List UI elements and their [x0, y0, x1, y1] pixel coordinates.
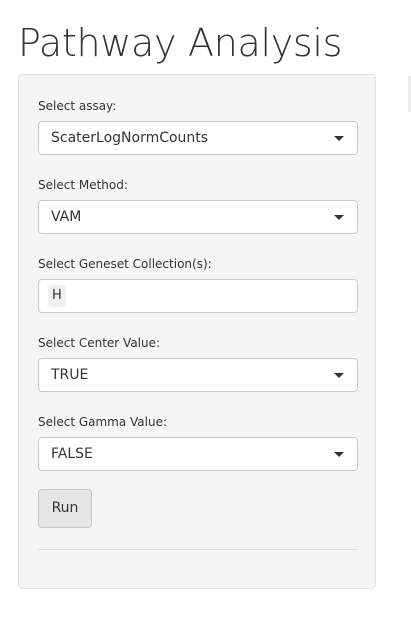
caret-down-icon — [334, 136, 344, 141]
assay-form-group: Select assay: ScaterLogNormCounts — [38, 99, 358, 155]
gamma-label: Select Gamma Value: — [38, 415, 168, 429]
geneset-form-group: Select Geneset Collection(s): H — [38, 257, 358, 313]
assay-select[interactable]: ScaterLogNormCounts — [38, 121, 358, 155]
method-form-group: Select Method: VAM — [38, 178, 358, 234]
caret-down-icon — [334, 452, 344, 457]
geneset-selected-item[interactable]: H — [48, 285, 66, 307]
method-label: Select Method: — [38, 178, 128, 192]
geneset-label: Select Geneset Collection(s): — [38, 257, 212, 271]
page-title: Pathway Analysis — [18, 21, 343, 65]
geneset-multiselect[interactable]: H — [38, 279, 358, 313]
assay-label: Select assay: — [38, 99, 117, 113]
center-select[interactable]: TRUE — [38, 358, 358, 392]
caret-down-icon — [334, 373, 344, 378]
gamma-form-group: Select Gamma Value: FALSE — [38, 415, 358, 471]
gamma-select-value: FALSE — [51, 446, 93, 462]
center-form-group: Select Center Value: TRUE — [38, 336, 358, 392]
sidebar-panel: Select assay: ScaterLogNormCounts Select… — [18, 74, 376, 589]
center-select-value: TRUE — [51, 367, 89, 383]
method-select-value: VAM — [51, 209, 82, 225]
method-select[interactable]: VAM — [38, 200, 358, 234]
gamma-select[interactable]: FALSE — [38, 437, 358, 471]
run-button[interactable]: Run — [38, 489, 92, 528]
page: Pathway Analysis Select assay: ScaterLog… — [0, 0, 411, 627]
assay-select-value: ScaterLogNormCounts — [51, 130, 209, 146]
divider — [38, 549, 358, 550]
center-label: Select Center Value: — [38, 336, 161, 350]
caret-down-icon — [334, 215, 344, 220]
